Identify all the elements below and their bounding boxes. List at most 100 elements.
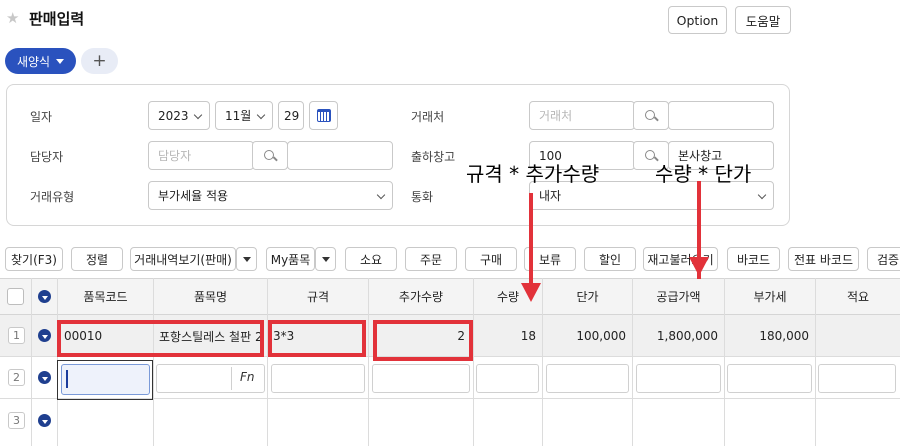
find-button[interactable]: 찾기(F3) (5, 247, 63, 271)
verify-button[interactable]: 검증 (867, 247, 900, 271)
supply-amount-input[interactable] (636, 364, 721, 393)
col-item-name[interactable]: 품목명 (154, 278, 268, 315)
memo-input[interactable] (818, 364, 896, 393)
form-template-label: 새양식 (16, 54, 51, 69)
arrow-down-icon (689, 257, 709, 276)
select-all-cell (0, 278, 32, 315)
soyo-button[interactable]: 소요 (345, 247, 397, 271)
qty-input[interactable] (476, 364, 539, 393)
col-item-code[interactable]: 품목코드 (58, 278, 154, 315)
date-label: 일자 (30, 110, 53, 124)
supply-amount-cell[interactable]: 1,800,000 (637, 315, 718, 357)
arrow-down-icon[interactable] (38, 329, 51, 342)
grid-line (368, 315, 369, 446)
spec-input[interactable] (271, 364, 365, 393)
unit-price-cell[interactable]: 100,000 (547, 315, 626, 357)
row-number: 3 (8, 412, 25, 429)
chevron-down-icon (376, 190, 386, 200)
sort-all-cell (32, 278, 58, 315)
grid-line (473, 315, 474, 446)
extra-qty-input[interactable] (372, 364, 470, 393)
client-search-button[interactable] (633, 101, 669, 130)
qty-formula-annotation: 규격 * 추가수량 (466, 162, 600, 186)
grid-line (31, 315, 32, 446)
currency-label: 통화 (411, 190, 434, 204)
vat-input[interactable] (727, 364, 812, 393)
table-row[interactable] (0, 399, 900, 446)
col-vat[interactable]: 부가세 (725, 278, 816, 315)
col-supply-amount[interactable]: 공급가액 (633, 278, 725, 315)
fn-button[interactable]: Fn (240, 370, 255, 384)
order-button[interactable]: 주문 (405, 247, 457, 271)
purchase-button[interactable]: 구매 (465, 247, 517, 271)
grid-line (724, 315, 725, 446)
client-code-input[interactable]: 거래처 (529, 101, 635, 130)
arrow-down-icon[interactable] (38, 371, 51, 384)
item-code-edit-input[interactable] (61, 364, 150, 395)
tx-type-value: 부가세율 적용 (158, 189, 229, 203)
month-value: 11월 (225, 109, 252, 123)
highlight-item-box (57, 320, 264, 357)
arrow-down-icon (521, 283, 541, 302)
col-spec[interactable]: 규격 (268, 278, 369, 315)
month-select[interactable]: 11월 (215, 101, 273, 130)
search-icon (645, 149, 657, 162)
calendar-button[interactable] (309, 101, 338, 130)
search-icon (264, 149, 276, 162)
qty-cell[interactable]: 18 (478, 315, 536, 357)
col-memo[interactable]: 적요 (816, 278, 900, 315)
grid-line (815, 315, 816, 446)
chevron-down-icon (56, 58, 65, 64)
tx-type-label: 거래유형 (30, 190, 75, 204)
tx-type-select[interactable]: 부가세율 적용 (148, 181, 393, 210)
arrow-down-icon[interactable] (38, 414, 51, 427)
favorite-star-icon[interactable]: ★ (6, 9, 19, 27)
year-select[interactable]: 2023 (148, 101, 210, 130)
my-items-dropdown-button[interactable] (315, 247, 336, 271)
day-input[interactable]: 29 (278, 101, 304, 130)
search-icon (645, 109, 657, 122)
divider (231, 367, 232, 390)
sort-button[interactable]: 정렬 (71, 247, 123, 271)
arrow-shaft (529, 193, 533, 285)
slip-barcode-button[interactable]: 전표 바코드 (788, 247, 859, 271)
barcode-button[interactable]: 바코드 (727, 247, 780, 271)
highlight-extra-qty-box (373, 320, 473, 361)
highlight-spec-box (268, 320, 366, 357)
chevron-down-icon (256, 110, 266, 120)
row-number: 1 (8, 327, 25, 344)
vat-cell[interactable]: 180,000 (729, 315, 809, 357)
grid-line (542, 315, 543, 446)
unit-price-input[interactable] (546, 364, 629, 393)
year-value: 2023 (158, 108, 189, 123)
row-number: 2 (8, 369, 25, 386)
col-unit-price[interactable]: 단가 (543, 278, 633, 315)
help-button[interactable]: 도움말 (735, 6, 791, 34)
option-button[interactable]: Option (668, 6, 727, 34)
item-name-input[interactable]: Fn (156, 364, 265, 393)
my-items-button[interactable]: My품목 (266, 247, 315, 271)
manager-code-input[interactable]: 담당자 (148, 141, 254, 170)
text-cursor (66, 370, 68, 388)
currency-value: 내자 (539, 189, 562, 203)
select-all-checkbox[interactable] (7, 288, 24, 305)
memo-cell[interactable] (820, 315, 896, 357)
page-title: 판매입력 (29, 10, 85, 28)
manager-search-button[interactable] (252, 141, 288, 170)
manager-name-input[interactable] (287, 141, 393, 170)
chevron-down-icon (757, 190, 767, 200)
history-button[interactable]: 거래내역보기(판매) (130, 247, 236, 271)
form-template-tab[interactable]: 새양식 (5, 48, 76, 74)
supply-formula-annotation: 수량 * 단가 (655, 162, 752, 186)
arrow-down-icon[interactable] (38, 290, 51, 303)
chevron-down-icon (193, 110, 203, 120)
manager-label: 담당자 (30, 150, 64, 164)
history-dropdown-button[interactable] (236, 247, 257, 271)
discount-button[interactable]: 할인 (584, 247, 636, 271)
calendar-icon (316, 109, 331, 122)
client-name-input[interactable] (668, 101, 774, 130)
col-extra-qty[interactable]: 추가수량 (369, 278, 474, 315)
client-label: 거래처 (411, 110, 445, 124)
add-form-button[interactable]: + (81, 48, 118, 74)
warehouse-label: 출하창고 (411, 150, 456, 164)
